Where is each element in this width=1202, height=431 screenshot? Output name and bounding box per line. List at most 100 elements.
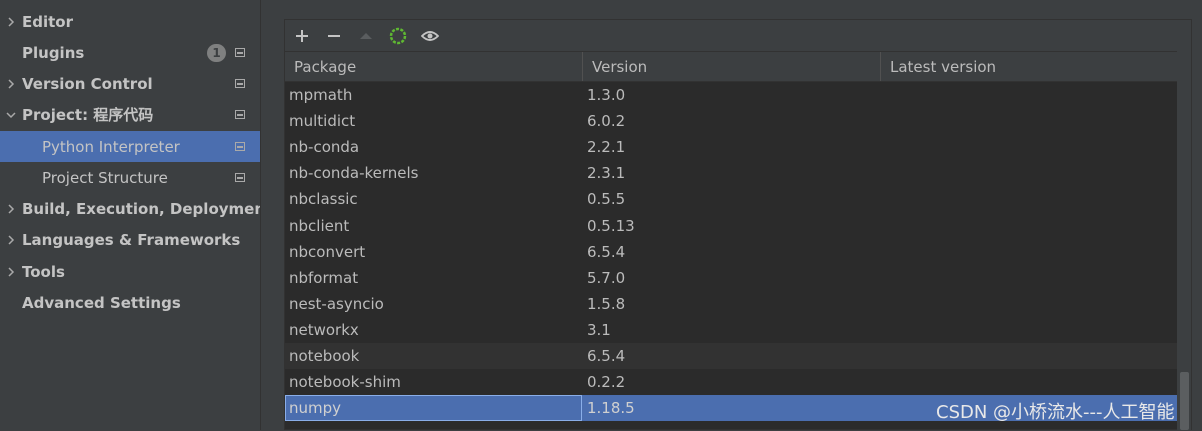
project-settings-icon	[235, 109, 245, 119]
chevron-right-icon[interactable]	[5, 234, 17, 246]
latest-version-cell	[881, 291, 1177, 317]
sidebar-item-label: Build, Execution, Deployment	[22, 199, 273, 218]
packages-table: mpmath 1.3.0 multidict 6.0.2 nb-conda 2.2.1 nb…	[285, 82, 1177, 431]
packages-toolbar	[285, 20, 1191, 51]
package-cell: mpmath	[289, 86, 353, 104]
table-row[interactable]: nbclassic 0.5.5	[285, 186, 1177, 212]
version-cell: 2.3.1	[587, 164, 626, 182]
sidebar-item-label: Version Control	[22, 74, 153, 93]
latest-version-cell	[881, 134, 1177, 160]
upgrade-package-button[interactable]	[357, 27, 375, 45]
package-cell: nest-asyncio	[289, 295, 384, 313]
latest-version-cell	[881, 343, 1177, 369]
package-cell: networkx	[289, 321, 359, 339]
sidebar-item-label: Project: 程序代码	[22, 106, 154, 124]
sidebar-item-tools[interactable]: Tools	[0, 256, 260, 287]
column-header-version[interactable]: Version	[583, 52, 881, 81]
eye-icon	[421, 31, 439, 41]
sidebar-item-editor[interactable]: Editor	[0, 6, 260, 37]
latest-version-cell	[881, 160, 1177, 186]
package-cell: nbconvert	[289, 243, 366, 261]
sidebar-item-project[interactable]: Project: 程序代码	[0, 99, 260, 130]
package-cell: nbclassic	[289, 190, 358, 208]
project-settings-icon	[235, 78, 245, 88]
scrollbar-thumb[interactable]	[1180, 372, 1189, 430]
chevron-down-icon[interactable]	[5, 109, 17, 121]
version-cell: 1.3.0	[587, 86, 626, 104]
version-cell: 0.2.2	[587, 373, 626, 391]
sidebar-item-build-execution-deployment[interactable]: Build, Execution, Deployment	[0, 193, 272, 224]
add-icon	[296, 30, 308, 42]
chevron-right-icon[interactable]	[5, 203, 17, 215]
watermark-text: CSDN @小桥流水---人工智能	[936, 402, 1175, 423]
version-cell: 2.2.1	[587, 138, 626, 156]
chevron-right-icon[interactable]	[5, 78, 17, 90]
table-row[interactable]: nb-conda 2.2.1	[285, 134, 1177, 160]
sidebar-item-advanced-settings[interactable]: Advanced Settings	[0, 287, 260, 318]
chevron-right-icon[interactable]	[5, 266, 17, 278]
sidebar-item-label: Advanced Settings	[22, 293, 181, 312]
table-row[interactable]: nbformat 5.7.0	[285, 265, 1177, 291]
latest-version-cell	[881, 186, 1177, 212]
column-header-package[interactable]: Package	[285, 52, 583, 81]
version-cell: 1.5.8	[587, 295, 626, 313]
package-cell: notebook-shim	[289, 373, 401, 391]
sidebar-item-python-interpreter[interactable]: Python Interpreter	[0, 131, 260, 162]
table-row[interactable]: nb-conda-kernels 2.3.1	[285, 160, 1177, 186]
version-cell: 1.18.5	[587, 399, 635, 417]
project-settings-icon	[235, 172, 245, 182]
package-cell: multidict	[289, 112, 356, 130]
latest-version-cell	[881, 213, 1177, 239]
remove-icon	[328, 35, 340, 37]
remove-package-button[interactable]	[325, 27, 343, 45]
chevron-right-icon[interactable]	[5, 16, 17, 28]
table-row[interactable]: multidict 6.0.2	[285, 108, 1177, 134]
packages-panel: Package Version Latest version mpmath 1.3…	[284, 19, 1192, 431]
sidebar-item-label: Languages & Frameworks	[22, 230, 241, 249]
version-cell: 0.5.13	[587, 217, 635, 235]
loading-spinner-icon	[389, 27, 407, 45]
table-header: Package Version Latest version	[285, 51, 1177, 82]
project-settings-icon	[235, 47, 245, 57]
table-row[interactable]: nest-asyncio 1.5.8	[285, 291, 1177, 317]
project-settings-icon	[235, 141, 245, 151]
package-cell: numpy	[285, 395, 582, 421]
table-row[interactable]: notebook 6.5.4	[285, 343, 1177, 369]
package-cell: notebook	[289, 347, 360, 365]
updates-badge: 1	[207, 43, 226, 62]
sidebar-item-languages-frameworks[interactable]: Languages & Frameworks	[0, 224, 260, 255]
latest-version-cell	[881, 265, 1177, 291]
package-cell: nb-conda-kernels	[289, 164, 419, 182]
column-header-latest-version[interactable]: Latest version	[881, 52, 1177, 81]
latest-version-cell	[881, 317, 1177, 343]
version-cell: 5.7.0	[587, 269, 626, 287]
table-row[interactable]: mpmath 1.3.0	[285, 82, 1177, 108]
show-early-releases-button[interactable]	[421, 27, 439, 45]
sidebar-item-version-control[interactable]: Version Control	[0, 68, 260, 99]
version-cell: 6.0.2	[587, 112, 626, 130]
latest-version-cell	[881, 369, 1177, 395]
version-cell: 3.1	[587, 321, 611, 339]
table-row[interactable]: nbclient 0.5.13	[285, 213, 1177, 239]
table-row[interactable]: networkx 3.1	[285, 317, 1177, 343]
version-cell: 0.5.5	[587, 190, 626, 208]
package-cell: nb-conda	[289, 138, 360, 156]
sidebar-item-label: Tools	[22, 262, 65, 281]
sidebar-item-plugins[interactable]: Plugins 1	[0, 37, 260, 68]
loading-indicator	[389, 27, 407, 45]
sidebar-item-label: Python Interpreter	[42, 137, 180, 156]
table-row[interactable]: notebook-shim 0.2.2	[285, 369, 1177, 395]
latest-version-cell	[881, 82, 1177, 108]
sidebar-item-project-structure[interactable]: Project Structure	[0, 162, 260, 193]
upgrade-icon	[360, 33, 372, 39]
version-cell: 6.5.4	[587, 243, 626, 261]
sidebar-item-label: Project Structure	[42, 168, 168, 187]
package-cell: nbformat	[289, 269, 359, 287]
add-package-button[interactable]	[293, 27, 311, 45]
settings-sidebar: Editor Plugins 1 Version Control Project…	[0, 0, 272, 430]
table-row[interactable]: nbconvert 6.5.4	[285, 239, 1177, 265]
latest-version-cell	[881, 239, 1177, 265]
latest-version-cell	[881, 108, 1177, 134]
sidebar-item-label: Editor	[22, 12, 73, 31]
package-cell: nbclient	[289, 217, 350, 235]
